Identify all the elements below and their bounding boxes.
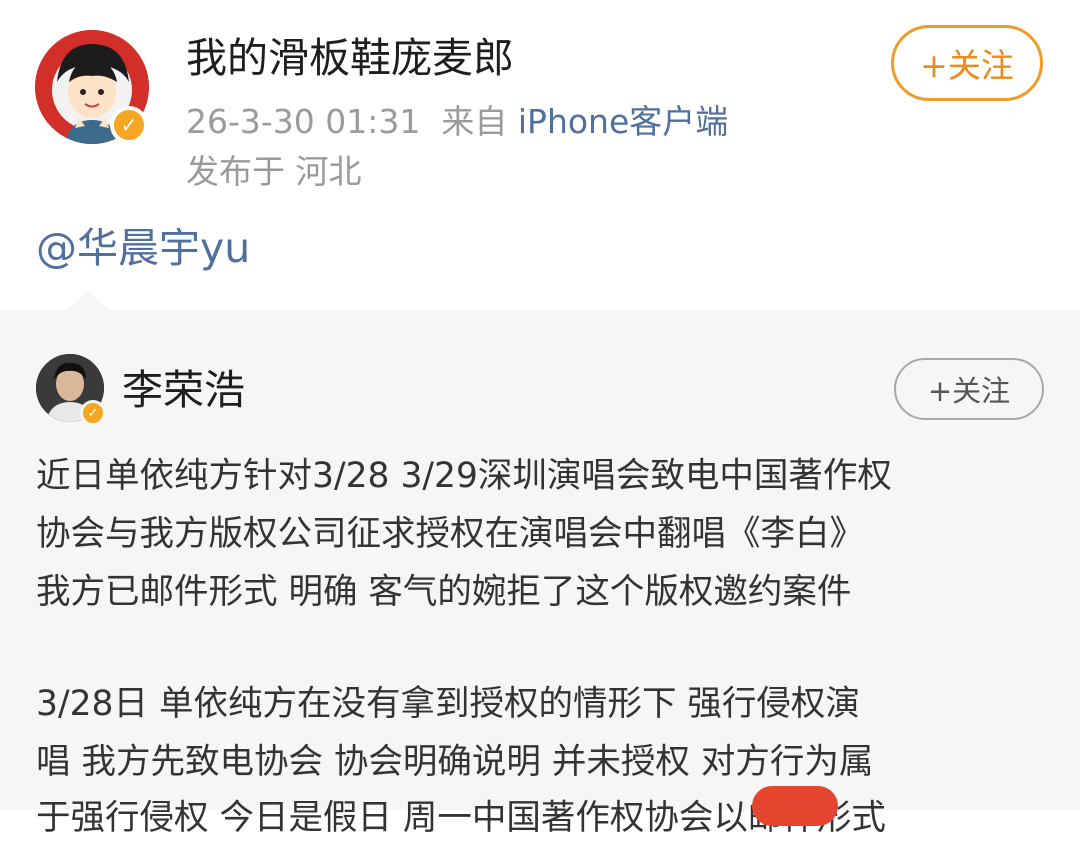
post-source[interactable]: iPhone客户端 [518, 102, 728, 141]
post-source-prefix: 来自 [441, 102, 508, 141]
post-location: 发布于 河北 [186, 152, 362, 191]
repost-text-line: 3/28日 单依纯方在没有拿到授权的情形下 强行侵权演 [36, 684, 860, 724]
post-timestamp: 26-3-30 01:31 [186, 102, 421, 141]
post-meta: 26-3-30 01:31 来自 iPhone客户端 [186, 100, 728, 144]
repost-text-line: 近日单依纯方针对3/28 3/29深圳演唱会致电中国著作权 [36, 456, 892, 496]
repost-author-name[interactable]: 李荣浩 [122, 362, 245, 418]
repost-verified-icon: ✓ [80, 400, 106, 426]
repost-text-line: 协会与我方版权公司征求授权在演唱会中翻唱《李白》 [36, 514, 864, 554]
follow-button[interactable]: +关注 [891, 25, 1043, 101]
notification-badge[interactable] [752, 786, 838, 826]
repost-text-line: 我方已邮件形式 明确 客气的婉拒了这个版权邀约案件 [36, 572, 852, 612]
repost-text-line: 唱 我方先致电协会 协会明确说明 并未授权 对方行为属 [36, 742, 874, 782]
mention-link[interactable]: @华晨宇yu [36, 220, 250, 276]
repost-pointer [66, 290, 110, 312]
repost-follow-button[interactable]: +关注 [894, 358, 1044, 420]
verified-badge-icon: ✓ [110, 106, 148, 144]
post-author-name[interactable]: 我的滑板鞋庞麦郎 [186, 30, 514, 86]
